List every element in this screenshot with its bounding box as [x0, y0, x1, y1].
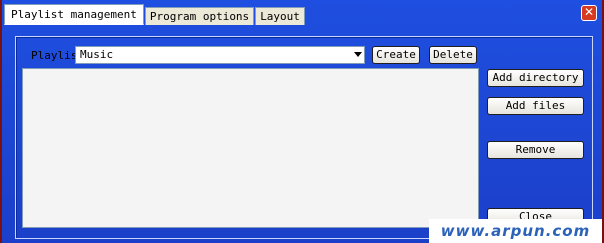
delete-button[interactable]: Delete [429, 46, 477, 64]
add-directory-button[interactable]: Add directory [487, 69, 584, 87]
playlist-label: Playlis [31, 49, 78, 62]
close-icon[interactable]: ✕ [581, 5, 597, 21]
add-files-button[interactable]: Add files [487, 97, 584, 115]
tab-layout[interactable]: Layout [255, 7, 305, 25]
playlist-select[interactable]: Music [75, 46, 365, 64]
create-button[interactable]: Create [372, 46, 420, 64]
playlist-list[interactable] [22, 68, 479, 228]
playlist-select-value: Music [80, 48, 114, 61]
tab-bar: Playlist management Program options Layo… [4, 3, 306, 25]
tab-playlist-management[interactable]: Playlist management [4, 4, 144, 25]
tab-program-options[interactable]: Program options [144, 7, 255, 25]
dialog-window: Playlist management Program options Layo… [0, 0, 604, 243]
watermark: www.arpun.com [429, 219, 602, 243]
remove-button[interactable]: Remove [487, 141, 584, 159]
chevron-down-icon[interactable] [354, 52, 362, 57]
